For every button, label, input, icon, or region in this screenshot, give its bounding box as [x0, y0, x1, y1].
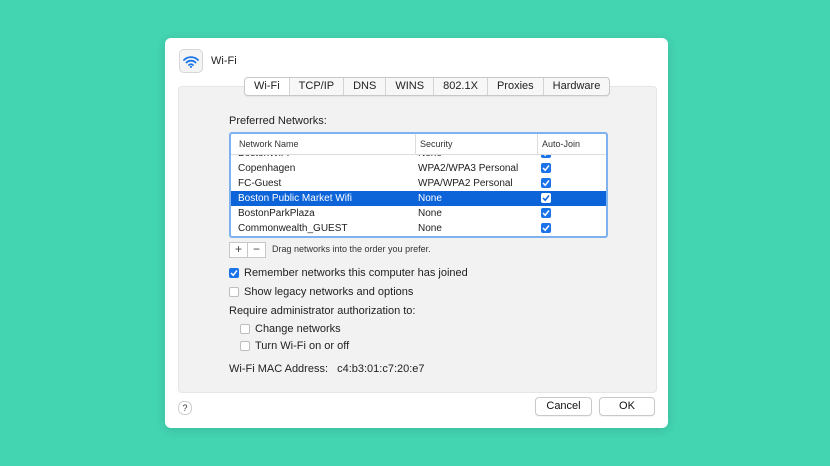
- legacy-networks-option[interactable]: Show legacy networks and options: [229, 286, 413, 298]
- security-cell: None: [418, 223, 442, 234]
- tab-hardware[interactable]: Hardware: [542, 78, 610, 95]
- tab-802-1x[interactable]: 802.1X: [433, 78, 487, 95]
- change-networks-label: Change networks: [255, 323, 341, 335]
- column-network-name[interactable]: Network Name: [239, 134, 299, 154]
- tab-proxies[interactable]: Proxies: [486, 78, 543, 95]
- change-networks-checkbox[interactable]: [240, 324, 250, 334]
- preferred-networks-table[interactable]: Network Name Security Auto-Join BostonWi…: [229, 132, 608, 238]
- mac-address: Wi-Fi MAC Address: c4:b3:01:c7:20:e7: [229, 363, 425, 375]
- remember-networks-option[interactable]: Remember networks this computer has join…: [229, 267, 468, 279]
- auto-join-checkbox[interactable]: [541, 178, 551, 188]
- table-rows: BostonWiFiNoneCopenhagenWPA2/WPA3 Person…: [231, 155, 606, 234]
- preferred-networks-label: Preferred Networks:: [229, 115, 327, 127]
- table-row[interactable]: BostonParkPlaza None: [231, 206, 606, 221]
- column-security[interactable]: Security: [415, 134, 453, 154]
- checkmark-icon: [542, 165, 550, 172]
- wifi-icon: [179, 49, 203, 73]
- window-title: Wi-Fi: [211, 55, 237, 67]
- column-auto-join[interactable]: Auto-Join: [537, 134, 580, 154]
- security-cell: WPA/WPA2 Personal: [418, 178, 513, 189]
- tab-dns[interactable]: DNS: [343, 78, 385, 95]
- turn-wifi-option[interactable]: Turn Wi-Fi on or off: [240, 340, 349, 352]
- network-name-cell: FC-Guest: [238, 178, 282, 189]
- tab-tcp-ip[interactable]: TCP/IP: [288, 78, 343, 95]
- settings-panel: Preferred Networks: Network Name Securit…: [178, 86, 657, 393]
- legacy-networks-checkbox[interactable]: [229, 287, 239, 297]
- network-name-cell: Boston Public Market Wifi: [238, 193, 352, 204]
- mac-address-label: Wi-Fi MAC Address:: [229, 363, 329, 375]
- tab-wi-fi[interactable]: Wi-Fi: [245, 78, 289, 95]
- checkmark-icon: [542, 195, 550, 202]
- legacy-networks-label: Show legacy networks and options: [244, 286, 414, 298]
- network-name-cell: BostonParkPlaza: [238, 208, 315, 219]
- require-admin-label: Require administrator authorization to:: [229, 305, 416, 317]
- tab-bar: Wi-Fi TCP/IP DNS WINS 802.1X Proxies Hardware: [244, 77, 611, 96]
- turn-wifi-checkbox[interactable]: [240, 341, 250, 351]
- checkmark-icon: [542, 225, 550, 232]
- mac-address-value: c4:b3:01:c7:20:e7: [337, 363, 425, 375]
- help-button[interactable]: ?: [178, 401, 192, 415]
- add-remove-buttons: + −: [229, 242, 266, 258]
- security-cell: None: [418, 208, 442, 219]
- table-row[interactable]: Commonwealth_GUEST None: [231, 221, 606, 234]
- auto-join-checkbox[interactable]: [541, 208, 551, 218]
- auto-join-checkbox[interactable]: [541, 193, 551, 203]
- window-titlebar: Wi-Fi: [179, 49, 237, 73]
- cancel-button[interactable]: Cancel: [535, 397, 592, 416]
- tab-wins[interactable]: WINS: [385, 78, 433, 95]
- table-row[interactable]: Boston Public Market Wifi None: [231, 191, 606, 206]
- network-name-cell: Commonwealth_GUEST: [238, 223, 348, 234]
- checkmark-icon: [542, 210, 550, 217]
- remember-networks-checkbox[interactable]: [229, 268, 239, 278]
- remove-network-button[interactable]: −: [248, 242, 266, 258]
- checkmark-icon: [543, 155, 547, 157]
- wifi-settings-window: Wi-Fi Preferred Networks: Network Name S…: [165, 38, 668, 428]
- ok-button[interactable]: OK: [599, 397, 655, 416]
- auto-join-checkbox[interactable]: [541, 163, 551, 173]
- table-header: Network Name Security Auto-Join: [231, 134, 606, 155]
- change-networks-option[interactable]: Change networks: [240, 323, 341, 335]
- turn-wifi-label: Turn Wi-Fi on or off: [255, 340, 350, 352]
- checkmark-icon: [542, 180, 550, 187]
- security-cell: None: [418, 193, 442, 204]
- table-body: BostonWiFiNoneCopenhagenWPA2/WPA3 Person…: [231, 155, 606, 234]
- table-row[interactable]: FC-Guest WPA/WPA2 Personal: [231, 176, 606, 191]
- remember-networks-label: Remember networks this computer has join…: [244, 267, 468, 279]
- add-network-button[interactable]: +: [229, 242, 248, 258]
- security-cell: WPA2/WPA3 Personal: [418, 163, 519, 174]
- checkmark-icon: [230, 270, 238, 277]
- auto-join-checkbox[interactable]: [541, 223, 551, 233]
- drag-hint: Drag networks into the order you prefer.: [272, 244, 431, 254]
- auto-join-checkbox[interactable]: [541, 155, 551, 158]
- table-row[interactable]: Copenhagen WPA2/WPA3 Personal: [231, 161, 606, 176]
- network-name-cell: Copenhagen: [238, 163, 296, 174]
